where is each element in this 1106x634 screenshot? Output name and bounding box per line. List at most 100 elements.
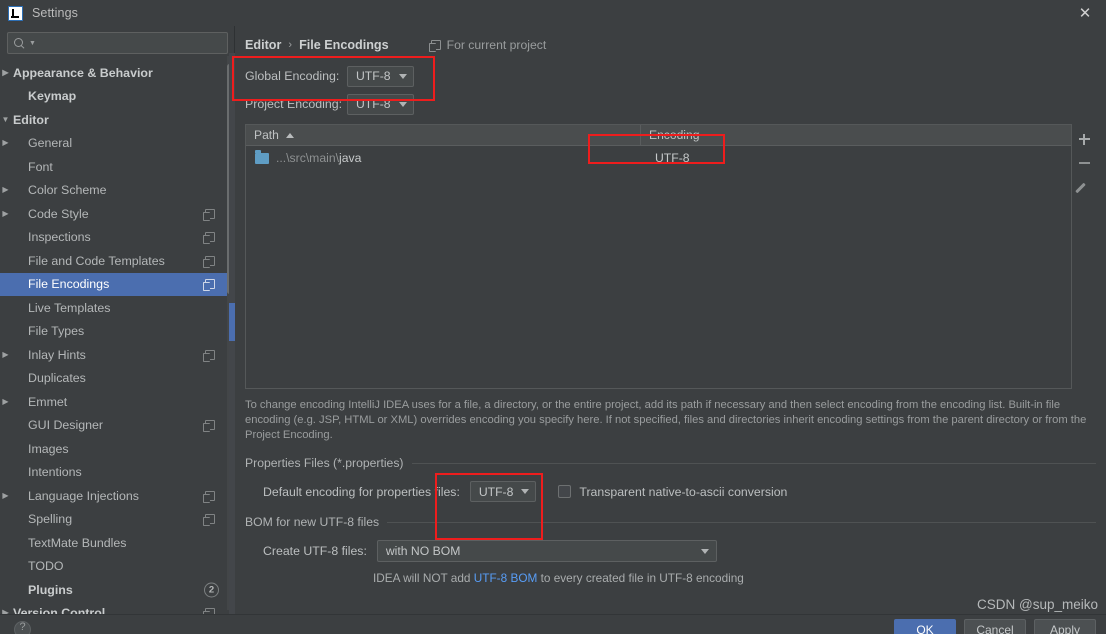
- sidebar-item-version-control[interactable]: Version Control: [0, 602, 235, 614]
- encoding-settings: Global Encoding: UTF-8 Project Encoding:…: [245, 62, 447, 118]
- table-cell-encoding[interactable]: UTF-8: [641, 151, 1071, 165]
- table-cell-path: ...\src\main\ java: [246, 150, 641, 165]
- sidebar-item-keymap[interactable]: Keymap: [0, 85, 235, 109]
- column-header-path[interactable]: Path: [246, 125, 641, 145]
- pencil-icon: [1078, 181, 1090, 193]
- add-row-button[interactable]: [1073, 127, 1095, 151]
- native-to-ascii-checkbox-row[interactable]: Transparent native-to-ascii conversion: [558, 485, 787, 499]
- global-encoding-select[interactable]: UTF-8: [347, 65, 414, 87]
- properties-files-group-header: Properties Files (*.properties): [245, 455, 1096, 471]
- search-box[interactable]: ▼: [7, 32, 228, 54]
- sidebar-item-file-and-code-templates[interactable]: File and Code Templates: [0, 249, 235, 273]
- chevron-right-icon[interactable]: [0, 492, 11, 500]
- chevron-right-icon[interactable]: [0, 351, 11, 359]
- sidebar-item-label: Color Scheme: [28, 183, 107, 198]
- sidebar-item-emmet[interactable]: Emmet: [0, 390, 235, 414]
- sidebar-item-images[interactable]: Images: [0, 437, 235, 461]
- apply-button[interactable]: Apply: [1034, 619, 1096, 634]
- chevron-right-icon[interactable]: [0, 186, 11, 194]
- native-to-ascii-checkbox[interactable]: [558, 485, 572, 498]
- column-header-encoding[interactable]: Encoding: [641, 125, 1071, 145]
- edit-row-button[interactable]: [1073, 175, 1095, 199]
- properties-files-group-body: Default encoding for properties files: U…: [245, 471, 1096, 502]
- column-header-encoding-label: Encoding: [649, 128, 700, 142]
- plus-icon: [1078, 133, 1090, 145]
- sidebar-item-inspections[interactable]: Inspections: [0, 226, 235, 250]
- settings-tree: Appearance & Behavior Keymap Editor General…: [0, 61, 235, 614]
- create-utf8-files-select[interactable]: with NO BOM: [376, 540, 717, 562]
- cancel-button[interactable]: Cancel: [964, 619, 1026, 634]
- sidebar-item-label: Spelling: [28, 512, 73, 527]
- create-utf8-files-label: Create UTF-8 files:: [263, 544, 367, 558]
- table-row[interactable]: ...\src\main\ java UTF-8: [246, 146, 1071, 170]
- sidebar-item-label: TODO: [28, 559, 64, 574]
- sidebar-item-file-encodings[interactable]: File Encodings: [0, 272, 235, 296]
- table-cell-path-name: java: [338, 151, 362, 165]
- sidebar-item-label: Inlay Hints: [28, 347, 86, 362]
- main-panel: Editor › File Encodings For current proj…: [232, 26, 1106, 614]
- sidebar-item-gui-designer[interactable]: GUI Designer: [0, 414, 235, 438]
- sidebar-item-inlay-hints[interactable]: Inlay Hints: [0, 343, 235, 367]
- sidebar-item-color-scheme[interactable]: Color Scheme: [0, 179, 235, 203]
- sidebar-item-label: Version Control: [13, 606, 106, 614]
- footer-buttons: OK Cancel Apply: [894, 619, 1096, 634]
- column-header-path-label: Path: [254, 128, 279, 142]
- sidebar-item-file-types[interactable]: File Types: [0, 320, 235, 344]
- sidebar-item-label: Inspections: [28, 230, 91, 245]
- chevron-right-icon[interactable]: [0, 398, 11, 406]
- search-input[interactable]: [35, 35, 221, 51]
- help-icon[interactable]: [14, 621, 31, 634]
- default-properties-encoding-select[interactable]: UTF-8: [469, 481, 537, 502]
- create-utf8-files-value: with NO BOM: [385, 544, 461, 558]
- bom-note-before: IDEA will NOT add: [373, 571, 474, 585]
- properties-files-group: Properties Files (*.properties) Default …: [245, 455, 1096, 502]
- sidebar-item-duplicates[interactable]: Duplicates: [0, 367, 235, 391]
- dialog-footer: CSDN @sup_meiko OK Cancel Apply: [0, 597, 1106, 634]
- chevron-right-icon[interactable]: [0, 69, 11, 77]
- bom-group-title: BOM for new UTF-8 files: [245, 515, 380, 529]
- dialog-body: ▼ Appearance & Behavior Keymap Editor Gener…: [0, 26, 1106, 614]
- chevron-down-icon[interactable]: [0, 116, 11, 124]
- sidebar-item-plugins[interactable]: Plugins 2: [0, 578, 235, 602]
- chevron-right-icon[interactable]: [0, 210, 11, 218]
- scope-note-label: For current project: [446, 38, 547, 52]
- sidebar-item-editor[interactable]: Editor: [0, 108, 235, 132]
- sidebar-item-intentions[interactable]: Intentions: [0, 461, 235, 485]
- encodings-description: To change encoding IntelliJ IDEA uses fo…: [245, 399, 1087, 441]
- ok-button[interactable]: OK: [894, 619, 956, 634]
- watermark: CSDN @sup_meiko: [977, 597, 1098, 612]
- global-encoding-value: UTF-8: [356, 69, 391, 83]
- sidebar-item-code-style[interactable]: Code Style: [0, 202, 235, 226]
- sidebar-item-appearance-behavior[interactable]: Appearance & Behavior: [0, 61, 235, 85]
- sidebar-item-textmate-bundles[interactable]: TextMate Bundles: [0, 531, 235, 555]
- sidebar-item-language-injections[interactable]: Language Injections: [0, 484, 235, 508]
- search-container: ▼: [0, 26, 235, 58]
- sidebar-item-label: Plugins: [28, 582, 73, 597]
- chevron-down-icon: [398, 73, 407, 79]
- copy-scope-icon: [203, 490, 215, 503]
- project-encoding-value: UTF-8: [356, 97, 391, 111]
- bom-note-link[interactable]: UTF-8 BOM: [474, 571, 538, 585]
- search-icon: [14, 37, 26, 49]
- scope-note: For current project: [428, 38, 547, 52]
- sidebar-item-label: File Encodings: [28, 277, 110, 292]
- table-body: ...\src\main\ java UTF-8: [246, 146, 1071, 388]
- group-divider: [387, 521, 1096, 523]
- sidebar-item-font[interactable]: Font: [0, 155, 235, 179]
- remove-row-button[interactable]: [1073, 151, 1095, 175]
- breadcrumb-parent[interactable]: Editor: [245, 38, 281, 52]
- sidebar-item-todo[interactable]: TODO: [0, 555, 235, 579]
- sidebar-item-general[interactable]: General: [0, 132, 235, 156]
- sidebar-item-label: Intentions: [28, 465, 82, 480]
- project-encoding-row: Project Encoding: UTF-8: [245, 90, 447, 118]
- project-encoding-select[interactable]: UTF-8: [347, 93, 414, 115]
- native-to-ascii-label: Transparent native-to-ascii conversion: [579, 484, 788, 499]
- close-icon[interactable]: ✕: [1064, 0, 1106, 26]
- group-divider: [411, 462, 1096, 464]
- sidebar-item-live-templates[interactable]: Live Templates: [0, 296, 235, 320]
- chevron-right-icon[interactable]: [0, 139, 11, 147]
- sidebar-item-spelling[interactable]: Spelling: [0, 508, 235, 532]
- intellij-idea-logo-icon: [8, 5, 23, 21]
- chevron-down-icon: [700, 548, 709, 554]
- chevron-down-icon: [398, 101, 407, 107]
